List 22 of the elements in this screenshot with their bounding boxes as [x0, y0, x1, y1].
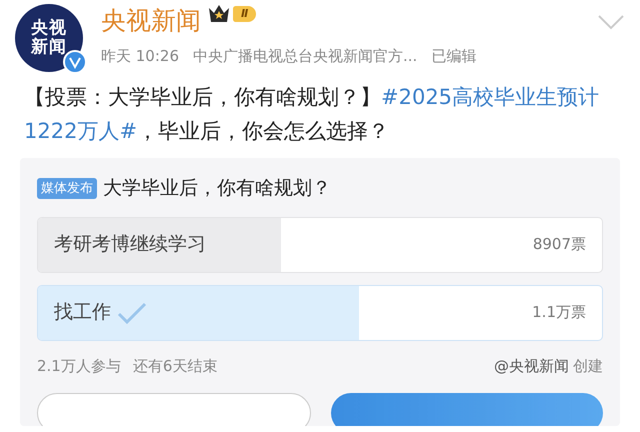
creator-link[interactable]: @央视新闻 — [494, 354, 569, 377]
post-time: 昨天 10:26 — [101, 46, 179, 67]
vote-count: 8907票 — [532, 234, 586, 256]
edited-label: 已编辑 — [431, 46, 476, 67]
poll-option[interactable]: 考研考博继续学习 8907票 — [37, 216, 603, 272]
poll-button[interactable] — [37, 393, 311, 426]
crown-icon — [207, 4, 231, 24]
media-tag: 媒体发布 — [37, 178, 97, 199]
chevron-down-icon[interactable] — [598, 14, 624, 30]
level-badge: Ⅱ — [233, 6, 256, 22]
vote-count: 1.1万票 — [532, 302, 586, 324]
option-label: 找工作 — [54, 300, 111, 326]
time-remaining: 还有6天结束 — [132, 356, 218, 376]
poll-button[interactable] — [331, 393, 603, 426]
option-label: 考研考博继续学习 — [54, 232, 206, 258]
post-text: 【投票：大学毕业后，你有啥规划？】#2025高校毕业生预计1222万人#，毕业后，你会怎么选择？ — [23, 84, 600, 145]
participant-count: 2.1万人参与 — [37, 356, 121, 376]
check-icon — [117, 302, 147, 324]
poll-option[interactable]: 找工作 1.1万票 — [37, 284, 603, 340]
poll-question: 大学毕业后，你有啥规划？ — [103, 176, 331, 201]
post-source: 中央广播电视总台央视新闻官方... — [193, 46, 418, 67]
created-label: 创建 — [573, 356, 603, 376]
